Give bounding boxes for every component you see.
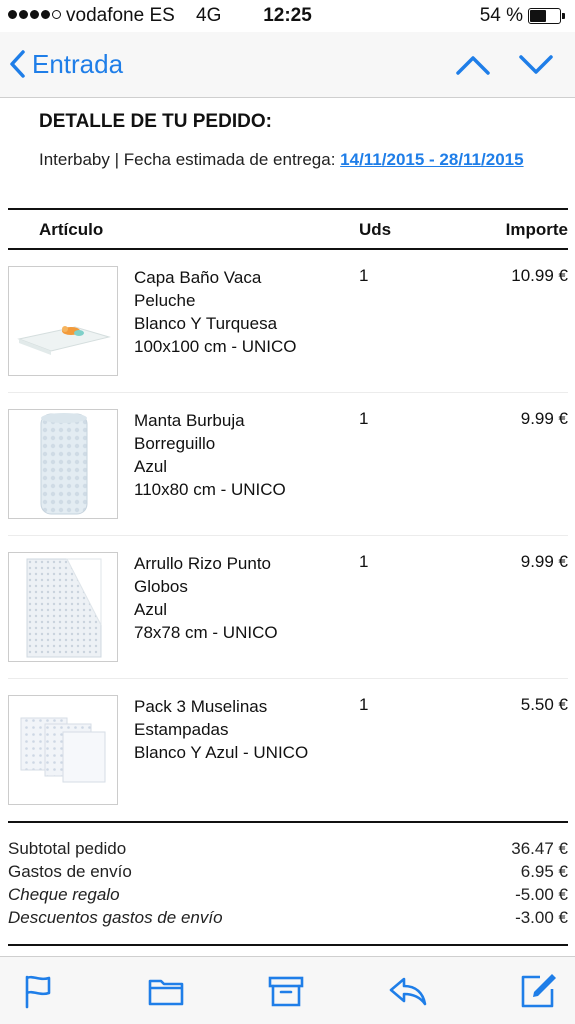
mail-toolbar bbox=[0, 956, 575, 1024]
swaddle-image bbox=[26, 558, 102, 658]
item-description: Arrullo Rizo Punto Globos Azul 78x78 cm … bbox=[134, 552, 334, 644]
battery-cap bbox=[562, 13, 565, 19]
muslin-pack-image bbox=[20, 717, 106, 783]
table-row: Manta Burbuja Borreguillo Azul 110x80 cm… bbox=[8, 393, 568, 536]
item-name-line: Borreguillo bbox=[134, 434, 216, 453]
column-header-article: Artículo bbox=[39, 220, 104, 239]
item-color: Blanco Y Turquesa bbox=[134, 314, 278, 333]
product-image[interactable] bbox=[8, 409, 118, 519]
subtotal-label: Subtotal pedido bbox=[8, 839, 127, 858]
product-image[interactable] bbox=[8, 266, 118, 376]
flag-icon[interactable] bbox=[18, 971, 58, 1011]
item-name-line: Pack 3 Muselinas bbox=[134, 697, 268, 716]
blanket-image bbox=[40, 413, 88, 515]
battery-percentage: 54 % bbox=[479, 5, 523, 26]
item-price: 9.99 € bbox=[520, 409, 568, 428]
item-color: Azul bbox=[134, 600, 168, 619]
item-quantity: 1 bbox=[359, 695, 369, 714]
item-color: Azul bbox=[134, 457, 168, 476]
order-title: DETALLE DE TU PEDIDO: bbox=[39, 111, 272, 132]
shipping-discount-line: Descuentos gastos de envío -3.00 € bbox=[8, 908, 568, 931]
status-bar: vodafone ES 4G 12:25 54 % bbox=[0, 0, 575, 32]
item-name-line: Manta Burbuja bbox=[134, 411, 245, 430]
previous-message-button[interactable] bbox=[453, 48, 493, 82]
gift-voucher-line: Cheque regalo -5.00 € bbox=[8, 885, 568, 908]
item-name-line: Estampadas bbox=[134, 720, 229, 739]
item-size: 78x78 cm - UNICO bbox=[134, 623, 278, 642]
item-quantity: 1 bbox=[359, 266, 369, 285]
item-quantity: 1 bbox=[359, 409, 369, 428]
delivery-date-link[interactable]: 14/11/2015 - 28/11/2015 bbox=[340, 150, 523, 169]
table-header: Artículo Uds Importe bbox=[8, 208, 568, 250]
bath-cape-image bbox=[17, 326, 111, 355]
item-name-line: Globos bbox=[134, 577, 188, 596]
divider bbox=[8, 944, 568, 946]
back-button[interactable]: Entrada bbox=[8, 44, 123, 84]
column-header-amount: Importe bbox=[505, 220, 568, 239]
shipping-value: 6.95 € bbox=[520, 862, 568, 881]
item-color-size: Blanco Y Azul - UNICO bbox=[134, 743, 309, 762]
subtotal-line: Subtotal pedido 36.47 € bbox=[8, 839, 568, 862]
gift-voucher-label: Cheque regalo bbox=[8, 885, 120, 904]
shipping-discount-value: -3.00 € bbox=[515, 908, 568, 927]
table-row: Arrullo Rizo Punto Globos Azul 78x78 cm … bbox=[8, 536, 568, 679]
table-row: Capa Baño Vaca Peluche Blanco Y Turquesa… bbox=[8, 250, 568, 393]
shipping-label: Gastos de envío bbox=[8, 862, 132, 881]
item-name-line: Capa Baño Vaca bbox=[134, 268, 262, 287]
folder-icon[interactable] bbox=[146, 971, 186, 1011]
item-price: 9.99 € bbox=[520, 552, 568, 571]
item-name-line: Peluche bbox=[134, 291, 196, 310]
column-header-units: Uds bbox=[359, 220, 392, 239]
item-description: Capa Baño Vaca Peluche Blanco Y Turquesa… bbox=[134, 266, 334, 358]
subtotal-value: 36.47 € bbox=[511, 839, 568, 858]
next-message-button[interactable] bbox=[516, 48, 556, 82]
item-quantity: 1 bbox=[359, 552, 369, 571]
order-info-text: Interbaby | Fecha estimada de entrega: bbox=[39, 150, 341, 169]
back-button-label: Entrada bbox=[32, 48, 124, 79]
item-description: Manta Burbuja Borreguillo Azul 110x80 cm… bbox=[134, 409, 334, 501]
battery-icon bbox=[528, 8, 561, 24]
item-price: 5.50 € bbox=[520, 695, 568, 714]
compose-icon[interactable] bbox=[518, 971, 558, 1011]
nav-bar: Entrada bbox=[0, 32, 575, 98]
item-size: 100x100 cm - UNICO bbox=[134, 337, 297, 356]
product-image[interactable] bbox=[8, 552, 118, 662]
reply-icon[interactable] bbox=[388, 971, 428, 1011]
shipping-discount-label: Descuentos gastos de envío bbox=[8, 908, 223, 927]
item-price: 10.99 € bbox=[511, 266, 568, 285]
table-row: Pack 3 Muselinas Estampadas Blanco Y Azu… bbox=[8, 679, 568, 822]
order-info: Interbaby | Fecha estimada de entrega: 1… bbox=[39, 148, 539, 171]
email-body: DETALLE DE TU PEDIDO: Interbaby | Fecha … bbox=[0, 98, 575, 956]
gift-voucher-value: -5.00 € bbox=[515, 885, 568, 904]
item-name-line: Arrullo Rizo Punto bbox=[134, 554, 272, 573]
product-image[interactable] bbox=[8, 695, 118, 805]
item-size: 110x80 cm - UNICO bbox=[134, 480, 286, 499]
shipping-line: Gastos de envío 6.95 € bbox=[8, 862, 568, 885]
archive-icon[interactable] bbox=[266, 971, 306, 1011]
item-description: Pack 3 Muselinas Estampadas Blanco Y Azu… bbox=[134, 695, 334, 764]
chevron-left-icon bbox=[10, 50, 25, 78]
order-totals: Subtotal pedido 36.47 € Gastos de envío … bbox=[8, 821, 568, 931]
